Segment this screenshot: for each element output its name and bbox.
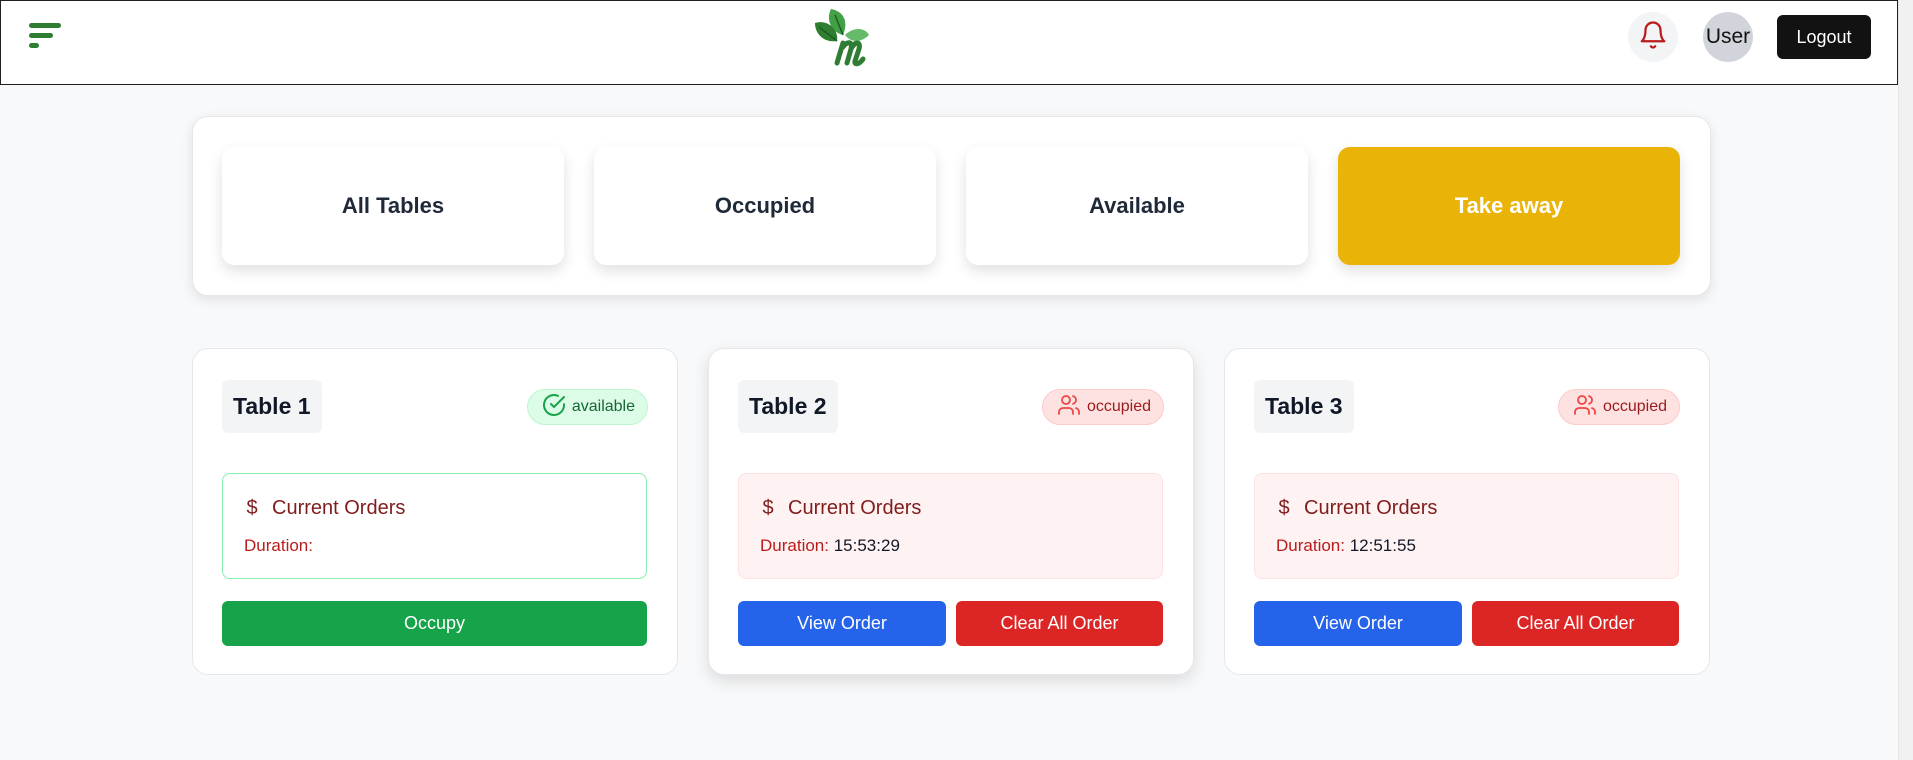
table-card-3: Table 3 occupied $ Current Orders Durati… [1224,348,1710,675]
clear-all-order-button[interactable]: Clear All Order [1472,601,1679,646]
users-icon [1057,393,1081,422]
table-name: Table 2 [738,380,838,433]
dollar-icon: $ [762,497,774,519]
duration-value: 12:51:55 [1349,536,1416,555]
status-badge: available [526,389,648,425]
top-header: User Logout [0,0,1898,85]
table-card-2: Table 2 occupied $ Current Orders Durati… [708,348,1194,675]
brand-logo[interactable] [809,5,881,71]
duration-label: Duration: [244,536,313,555]
table-card-1: Table 1 available $ Current Orders Durat… [192,348,678,675]
duration-value: 15:53:29 [833,536,900,555]
users-icon [1573,393,1597,422]
tab-all-tables[interactable]: All Tables [222,147,564,265]
status-label: available [571,398,635,415]
logout-button[interactable]: Logout [1777,15,1871,59]
status-badge: occupied [1041,389,1164,425]
tab-take-away[interactable]: Take away [1338,147,1680,265]
view-order-button[interactable]: View Order [1254,601,1462,646]
table-name: Table 1 [222,380,322,433]
tab-occupied[interactable]: Occupied [594,147,936,265]
duration-label: Duration: [1276,536,1345,555]
current-orders-label: Current Orders [1304,497,1438,519]
current-orders-box: $ Current Orders Duration: [222,473,647,579]
user-avatar[interactable]: User [1703,12,1753,62]
current-orders-box: $ Current Orders Duration: 15:53:29 [738,473,1163,579]
bell-icon [1638,20,1668,55]
current-orders-label: Current Orders [272,497,406,519]
status-label: occupied [1086,398,1151,415]
tab-available[interactable]: Available [966,147,1308,265]
view-order-button[interactable]: View Order [738,601,946,646]
current-orders-box: $ Current Orders Duration: 12:51:55 [1254,473,1679,579]
dollar-icon: $ [1278,497,1290,519]
dollar-icon: $ [246,497,258,519]
status-badge: occupied [1557,389,1680,425]
check-circle-icon [542,393,566,422]
notifications-button[interactable] [1628,12,1678,62]
table-name: Table 3 [1254,380,1354,433]
current-orders-label: Current Orders [788,497,922,519]
occupy-button[interactable]: Occupy [222,601,647,646]
status-label: occupied [1602,398,1667,415]
table-filter-panel: All Tables Occupied Available Take away [192,116,1711,296]
page-scrollbar[interactable] [1898,0,1913,760]
duration-label: Duration: [760,536,829,555]
clear-all-order-button[interactable]: Clear All Order [956,601,1163,646]
menu-icon[interactable] [29,21,65,53]
